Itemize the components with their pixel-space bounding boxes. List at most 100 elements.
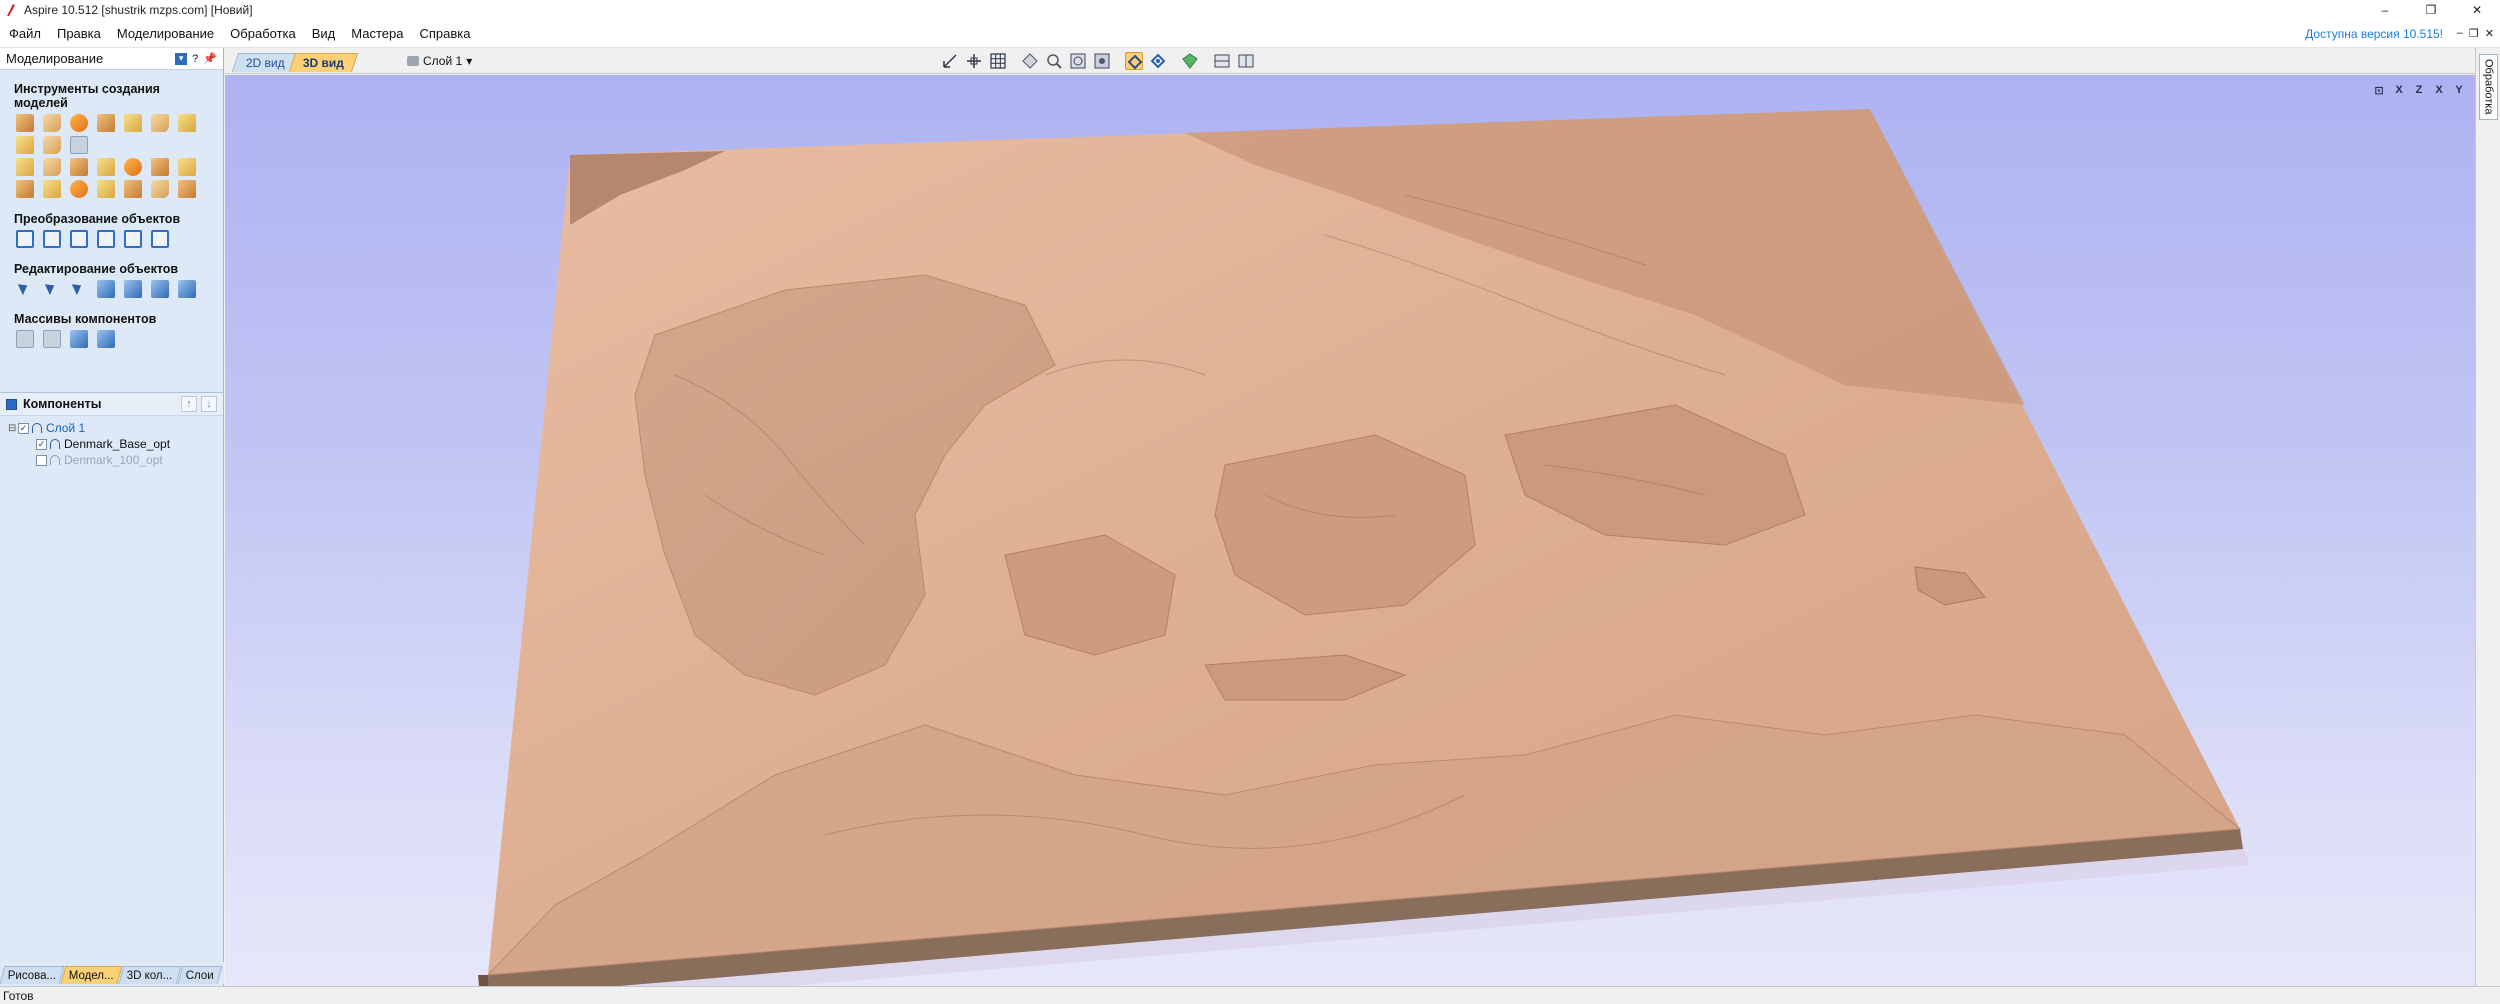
move-down-icon[interactable]: ↓ bbox=[201, 396, 217, 412]
pin-icon[interactable]: 📌 bbox=[203, 52, 217, 65]
create-flat-icon[interactable] bbox=[178, 114, 196, 132]
block-copy-icon[interactable] bbox=[16, 330, 34, 348]
panel-menu-icon[interactable]: ▾ bbox=[175, 52, 188, 65]
update-available-link[interactable]: Доступна версия 10.515! bbox=[2305, 27, 2443, 41]
interactive-select-icon[interactable] bbox=[97, 280, 115, 298]
merge-icon[interactable] bbox=[97, 158, 115, 176]
layer-dropdown[interactable]: Слой 1 ▾ bbox=[407, 52, 472, 70]
import-component-icon[interactable] bbox=[16, 136, 34, 154]
size-icon[interactable] bbox=[151, 230, 169, 248]
tab-3d-clipart[interactable]: 3D кол... bbox=[118, 966, 182, 984]
toolpath-preview-icon[interactable] bbox=[1149, 52, 1167, 70]
multi-tilt-icon[interactable] bbox=[151, 180, 169, 198]
create-shape-icon[interactable] bbox=[16, 114, 34, 132]
window-title: Aspire 10.512 [shustrik mzps.com] [Новий… bbox=[24, 3, 253, 17]
weld-icon[interactable] bbox=[70, 136, 88, 154]
texture-icon[interactable] bbox=[151, 114, 169, 132]
rulers-icon[interactable] bbox=[965, 52, 983, 70]
nesting-icon[interactable] bbox=[97, 330, 115, 348]
iso-view-icon[interactable] bbox=[1021, 52, 1039, 70]
menu-modeling[interactable]: Моделирование bbox=[109, 20, 222, 48]
angle-icon[interactable] bbox=[124, 114, 142, 132]
move-icon[interactable] bbox=[16, 230, 34, 248]
tree-layer-row[interactable]: ⊟ ✓ Слой 1 bbox=[0, 420, 223, 436]
menu-view[interactable]: Вид bbox=[304, 20, 344, 48]
collapse-icon[interactable]: ⊟ bbox=[8, 423, 18, 434]
fade-icon[interactable] bbox=[70, 180, 88, 198]
smooth-icon[interactable] bbox=[43, 180, 61, 198]
3d-viewport[interactable]: ⊡ X Z X Y bbox=[225, 75, 2475, 986]
copy-along-vector-icon[interactable] bbox=[70, 330, 88, 348]
component-checkbox[interactable] bbox=[36, 454, 47, 466]
tab-drawing[interactable]: Рисова... bbox=[0, 966, 65, 984]
component-name: Denmark_100_opt bbox=[64, 453, 163, 467]
create-prism-icon[interactable] bbox=[97, 114, 115, 132]
layer-checkbox[interactable]: ✓ bbox=[18, 422, 29, 434]
tab-modeling[interactable]: Модел... bbox=[60, 966, 123, 984]
two-rail-sweep-icon[interactable] bbox=[70, 114, 88, 132]
grid-icon[interactable] bbox=[989, 52, 1007, 70]
tree-component-row[interactable]: Denmark_100_opt bbox=[0, 452, 223, 468]
zoom-selection-icon[interactable] bbox=[1093, 52, 1111, 70]
bake-icon[interactable] bbox=[43, 158, 61, 176]
material-shading-icon[interactable] bbox=[1181, 52, 1199, 70]
zoom-extents-icon[interactable] bbox=[1069, 52, 1087, 70]
view-y-axis-icon[interactable]: Y bbox=[2451, 82, 2467, 98]
menu-help[interactable]: Справка bbox=[411, 20, 478, 48]
group-icon[interactable] bbox=[124, 280, 142, 298]
shape-editor-icon[interactable] bbox=[178, 158, 196, 176]
zoom-box-icon[interactable] bbox=[1045, 52, 1063, 70]
close-button[interactable]: ✕ bbox=[2454, 0, 2500, 20]
sculpt-icon[interactable] bbox=[16, 180, 34, 198]
move-up-icon[interactable]: ↑ bbox=[181, 396, 197, 412]
components-tree: Компоненты ↑ ↓ ⊟ ✓ Слой 1 ✓ Denmark_Base… bbox=[0, 392, 223, 468]
section-model-tools: Инструменты создания моделей bbox=[14, 82, 160, 110]
components-toggle-checkbox[interactable] bbox=[6, 398, 17, 410]
node-edit-icon[interactable] bbox=[43, 280, 61, 298]
vector-texture-icon[interactable] bbox=[151, 158, 169, 176]
tab-toolpaths[interactable]: Обработка bbox=[2479, 54, 2498, 120]
minimize-button[interactable]: – bbox=[2362, 0, 2408, 20]
align-icon[interactable] bbox=[124, 230, 142, 248]
mirror-transform-icon[interactable] bbox=[97, 230, 115, 248]
mirror-icon[interactable] bbox=[16, 158, 34, 176]
component-icon bbox=[50, 455, 60, 465]
tilt-icon[interactable] bbox=[97, 180, 115, 198]
tree-component-row[interactable]: ✓ Denmark_Base_opt bbox=[0, 436, 223, 452]
add-draft-icon[interactable] bbox=[178, 180, 196, 198]
transform-select-icon[interactable] bbox=[70, 280, 88, 298]
tab-3d-view[interactable]: 3D вид bbox=[288, 53, 359, 72]
view-x2-axis-icon[interactable]: X bbox=[2431, 82, 2447, 98]
maximize-button[interactable]: ❐ bbox=[2408, 0, 2454, 20]
join-icon[interactable] bbox=[178, 280, 196, 298]
select-arrow-icon[interactable] bbox=[16, 280, 34, 298]
distort-icon[interactable] bbox=[124, 180, 142, 198]
snap-icon[interactable] bbox=[941, 52, 959, 70]
ungroup-icon[interactable] bbox=[151, 280, 169, 298]
mdi-close-button[interactable]: ✕ bbox=[2485, 27, 2494, 40]
rotate-icon[interactable] bbox=[70, 230, 88, 248]
scale-icon[interactable] bbox=[43, 230, 61, 248]
view-x-axis-icon[interactable]: X bbox=[2391, 82, 2407, 98]
zoom-extents-icon[interactable]: ⊡ bbox=[2371, 82, 2387, 98]
split-view-vertical-icon[interactable] bbox=[1237, 52, 1255, 70]
mdi-minimize-button[interactable]: – bbox=[2457, 27, 2463, 40]
mdi-restore-button[interactable]: ❐ bbox=[2469, 27, 2479, 40]
dome-icon[interactable] bbox=[124, 158, 142, 176]
help-button[interactable]: ? bbox=[192, 53, 198, 65]
split-view-horizontal-icon[interactable] bbox=[1213, 52, 1231, 70]
view-z-axis-icon[interactable]: Z bbox=[2411, 82, 2427, 98]
menu-edit[interactable]: Правка bbox=[49, 20, 109, 48]
menu-file[interactable]: Файл bbox=[0, 20, 49, 48]
extrude-icon[interactable] bbox=[43, 114, 61, 132]
circular-copy-icon[interactable] bbox=[43, 330, 61, 348]
create-component-icon[interactable] bbox=[43, 136, 61, 154]
component-checkbox[interactable]: ✓ bbox=[36, 438, 47, 450]
menu-wizards[interactable]: Мастера bbox=[343, 20, 411, 48]
menu-toolpaths[interactable]: Обработка bbox=[222, 20, 304, 48]
split-icon[interactable] bbox=[70, 158, 88, 176]
render-model-icon[interactable] bbox=[1125, 52, 1143, 70]
layer-icon bbox=[32, 423, 42, 433]
layer-dropdown-value: Слой 1 bbox=[423, 54, 463, 68]
tab-layers[interactable]: Слои bbox=[177, 966, 223, 984]
